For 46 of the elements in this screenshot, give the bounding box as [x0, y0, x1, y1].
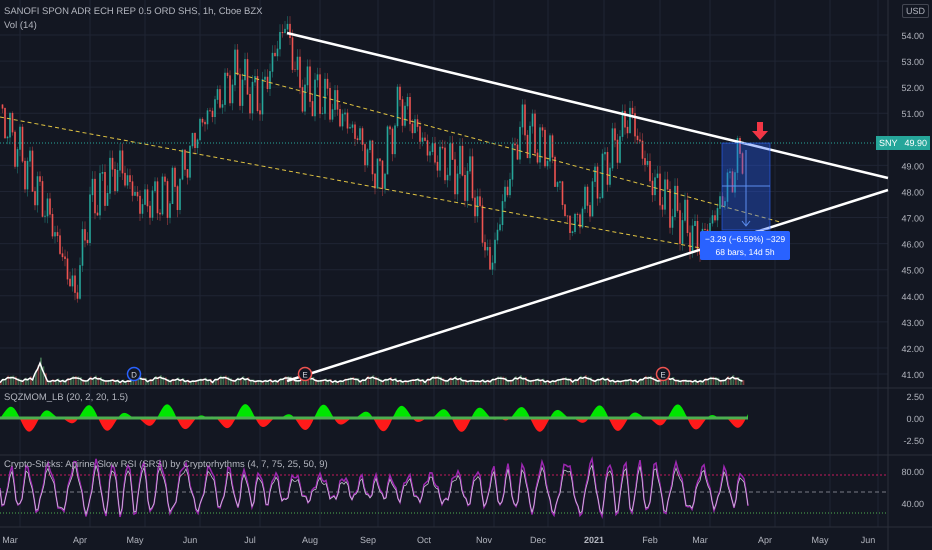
time-axis-label: Jul — [244, 535, 256, 545]
time-axis-label: Aug — [302, 535, 318, 545]
time-axis-label: Jun — [860, 535, 876, 545]
price-axis-label: 42.00 — [901, 344, 924, 354]
measure-span: 68 bars, 14d 5h — [716, 247, 775, 257]
volume-label: Vol (14) — [4, 20, 37, 31]
price-axis-label: 45.00 — [901, 266, 924, 276]
squeeze-axis-label: 0.00 — [906, 414, 924, 424]
price-axis-label: 48.00 — [901, 187, 924, 198]
time-axis-label: Sep — [360, 535, 376, 545]
time-axis-label: Apr — [758, 535, 772, 545]
price-axis-label: 49.00 — [901, 161, 924, 172]
time-axis-label: May — [812, 535, 828, 545]
chart-title: SANOFI SPON ADR ECH REP 0.5 ORD SHS, 1h, Cboe BZX — [4, 6, 263, 17]
price-axis-label: 41.00 — [901, 370, 924, 380]
price-axis-label: 43.00 — [901, 318, 924, 328]
price-axis-label: 47.00 — [901, 214, 924, 224]
squeeze-axis-label: -2.50 — [903, 436, 924, 446]
down-arrow-icon — [752, 122, 768, 140]
time-axis-label: Jun — [182, 535, 198, 545]
price-axis-label: 54.00 — [901, 31, 924, 41]
last-price-value: 49.90 — [904, 138, 927, 148]
price-axis-label: 53.00 — [901, 57, 924, 68]
currency-label[interactable]: USD — [902, 4, 929, 18]
time-axis-label: Apr — [73, 535, 87, 545]
measure-change: −3.29 (−6.59%) −329 — [705, 234, 786, 244]
squeeze-axis-label: 2.50 — [906, 392, 924, 402]
price-axis-label: 46.00 — [901, 240, 924, 250]
time-axis-label: Dec — [530, 535, 546, 545]
time-axis-label: Mar — [692, 535, 708, 545]
event-marker: E — [298, 366, 312, 382]
symbol-label: SNY — [878, 138, 898, 148]
time-axis-label: Nov — [476, 535, 492, 545]
time-axis-label: Mar — [2, 535, 18, 545]
time-axis-label: May — [126, 535, 144, 545]
rsi-axis-label: 80.00 — [901, 467, 924, 477]
time-axis-label: Oct — [417, 535, 431, 545]
event-marker: E — [656, 366, 670, 382]
price-axis-label: 51.00 — [901, 109, 924, 120]
price-axis-label: 52.00 — [901, 83, 924, 94]
time-axis-label: 2021 — [584, 535, 604, 545]
event-marker: D — [126, 366, 142, 382]
rsi-axis-label: 40.00 — [901, 499, 924, 509]
squeeze-label: SQZMOM_LB (20, 2, 20, 1.5) — [4, 392, 128, 403]
time-axis-label: Feb — [642, 535, 658, 545]
price-axis-label: 44.00 — [901, 292, 924, 302]
